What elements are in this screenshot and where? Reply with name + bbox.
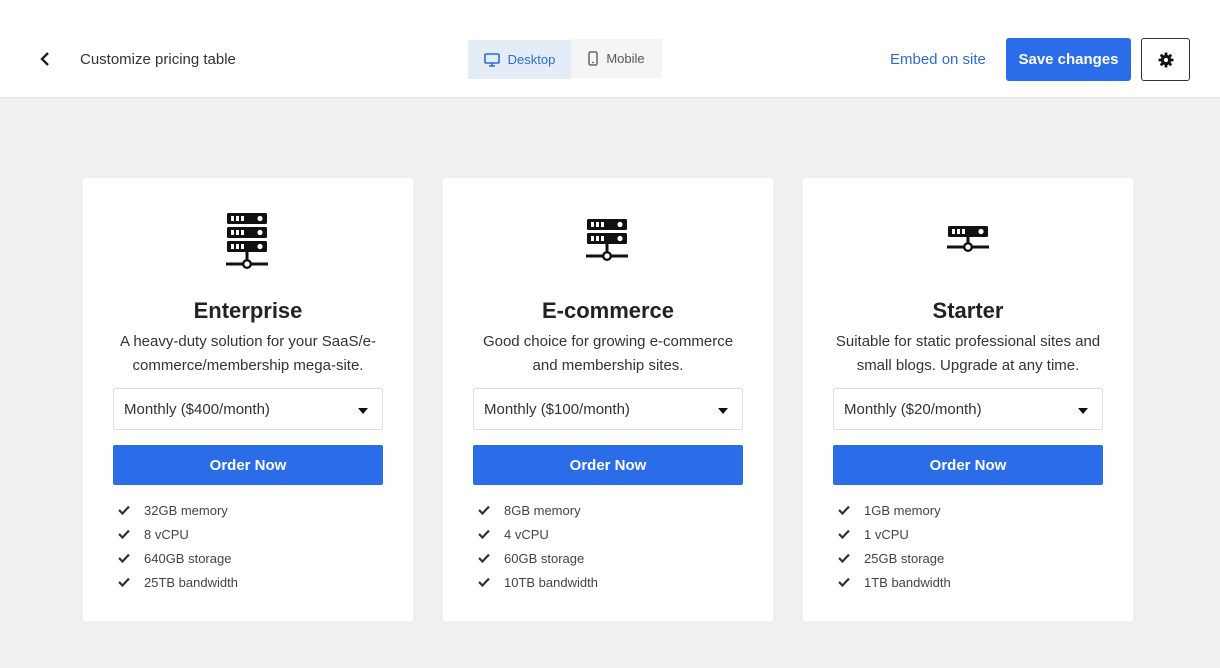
feature-item: 32GB memory: [118, 498, 238, 522]
feature-item: 60GB storage: [478, 546, 598, 570]
mobile-view-label: Mobile: [606, 51, 645, 66]
check-icon: [478, 553, 504, 563]
settings-button[interactable]: [1141, 38, 1190, 81]
server-rack-large-icon: [226, 213, 268, 269]
feature-item: 1TB bandwidth: [838, 570, 951, 594]
check-icon: [478, 529, 504, 539]
feature-item: 640GB storage: [118, 546, 238, 570]
plan-name: E-commerce: [541, 298, 675, 323]
embed-on-site-link[interactable]: Embed on site: [890, 51, 986, 68]
check-icon: [838, 577, 864, 587]
desktop-icon: [483, 52, 500, 67]
billing-select[interactable]: Monthly ($20/month): [833, 388, 1103, 430]
billing-select-value: Monthly ($20/month): [844, 400, 982, 418]
check-icon: [838, 529, 864, 539]
device-toggle: Desktop Mobile: [468, 39, 662, 79]
check-icon: [838, 505, 864, 515]
billing-select[interactable]: Monthly ($100/month): [473, 388, 743, 430]
feature-item: 8 vCPU: [118, 522, 238, 546]
gear-icon: [1158, 52, 1173, 67]
billing-select-value: Monthly ($400/month): [124, 400, 270, 418]
pricing-card-enterprise: Enterprise A heavy-duty solution for you…: [83, 178, 413, 621]
feature-item: 4 vCPU: [478, 522, 598, 546]
feature-item: 1 vCPU: [838, 522, 951, 546]
check-icon: [118, 529, 144, 539]
check-icon: [838, 553, 864, 563]
feature-item: 25TB bandwidth: [118, 570, 238, 594]
server-small-icon: [947, 226, 989, 252]
check-icon: [478, 505, 504, 515]
order-now-button[interactable]: Order Now: [473, 445, 743, 485]
page-title: Customize pricing table: [80, 51, 236, 68]
plan-description: Good choice for growing e-commerce and m…: [482, 333, 734, 374]
save-changes-button[interactable]: Save changes: [1006, 38, 1131, 81]
feature-item: 25GB storage: [838, 546, 951, 570]
plan-description: Suitable for static professional sites a…: [835, 333, 1101, 374]
feature-list: 1GB memory 1 vCPU 25GB storage 1TB bandw…: [838, 498, 951, 594]
desktop-view-button[interactable]: Desktop: [468, 40, 571, 79]
order-now-button[interactable]: Order Now: [113, 445, 383, 485]
server-rack-medium-icon: [586, 219, 628, 261]
mobile-view-button[interactable]: Mobile: [571, 39, 662, 78]
caret-down-icon: [1078, 408, 1088, 414]
feature-item: 8GB memory: [478, 498, 598, 522]
order-now-button[interactable]: Order Now: [833, 445, 1103, 485]
mobile-icon: [588, 51, 599, 66]
desktop-view-label: Desktop: [507, 52, 556, 67]
pricing-card-starter: Starter Suitable for static professional…: [803, 178, 1133, 621]
feature-list: 8GB memory 4 vCPU 60GB storage 10TB band…: [478, 498, 598, 594]
check-icon: [118, 553, 144, 563]
feature-item: 1GB memory: [838, 498, 951, 522]
check-icon: [118, 577, 144, 587]
check-icon: [478, 577, 504, 587]
feature-item: 10TB bandwidth: [478, 570, 598, 594]
pricing-card-ecommerce: E-commerce Good choice for growing e-com…: [443, 178, 773, 621]
plan-description: A heavy-duty solution for your SaaS/e-co…: [120, 333, 376, 374]
caret-down-icon: [358, 408, 368, 414]
plan-name: Starter: [932, 298, 1004, 323]
caret-down-icon: [718, 408, 728, 414]
plan-name: Enterprise: [193, 298, 303, 323]
feature-list: 32GB memory 8 vCPU 640GB storage 25TB ba…: [118, 498, 238, 594]
chevron-left-icon: [40, 52, 49, 66]
billing-select[interactable]: Monthly ($400/month): [113, 388, 383, 430]
back-button[interactable]: [30, 44, 60, 74]
billing-select-value: Monthly ($100/month): [484, 400, 630, 418]
check-icon: [118, 505, 144, 515]
top-bar: Customize pricing table Desktop Mobile E…: [0, 0, 1220, 98]
